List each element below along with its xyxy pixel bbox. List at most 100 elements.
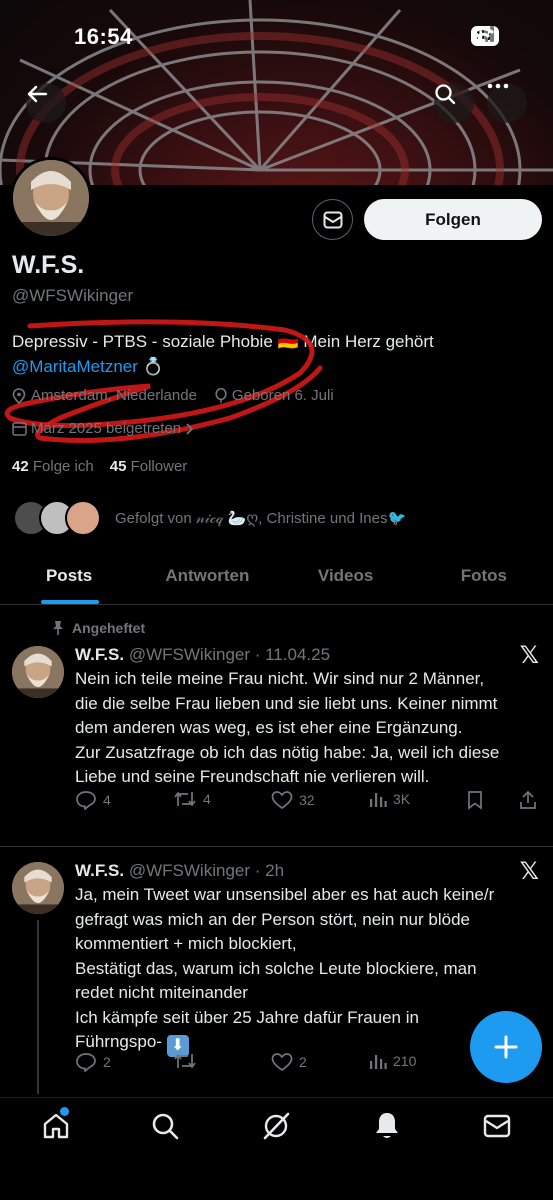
- tweet-line: dem anderen was weg, es ist eher eine Er…: [75, 718, 463, 737]
- tweet-header: W.F.S. @WFSWikinger · 2h: [75, 861, 284, 881]
- tweet-text: Nein ich teile meine Frau nicht. Wir sin…: [75, 667, 541, 790]
- tweet-avatar-image: [12, 862, 64, 914]
- profile-meta: Amsterdam, Niederlande Geboren 6. Juli: [12, 387, 334, 404]
- bookmark-icon: [468, 791, 482, 810]
- following-link[interactable]: 42 Folge ich: [12, 458, 94, 475]
- nav-grok[interactable]: [260, 1110, 292, 1142]
- tweet-line: kommentiert + mich blockiert,: [75, 934, 297, 953]
- home-notification-dot: [60, 1107, 69, 1116]
- tweet-line: Ich kämpfe seit über 25 Jahre dafür Frau…: [75, 1007, 419, 1027]
- nav-messages[interactable]: [481, 1110, 513, 1142]
- status-time: 16:54: [74, 24, 133, 49]
- search-icon: [152, 1113, 179, 1140]
- more-button[interactable]: [487, 83, 527, 123]
- mail-icon: [483, 1114, 511, 1138]
- search-button[interactable]: [434, 83, 474, 123]
- bottom-navigation: [0, 1097, 553, 1200]
- views-button[interactable]: 210: [369, 1052, 416, 1070]
- tweet-avatar[interactable]: [12, 646, 64, 698]
- tab-replies[interactable]: Antworten: [138, 555, 276, 604]
- more-icon: [487, 83, 509, 89]
- birthday-item: Geboren 6. Juli: [215, 387, 334, 404]
- joined-item[interactable]: März 2025 beigetreten: [12, 420, 195, 437]
- joined-text: März 2025 beigetreten: [31, 420, 182, 437]
- profile-avatar[interactable]: [10, 157, 92, 239]
- reply-button[interactable]: 4: [75, 790, 111, 810]
- location-pin-icon: [12, 387, 26, 404]
- tweet-avatar[interactable]: [12, 862, 64, 914]
- heart-icon: [271, 1053, 293, 1072]
- followers-count: 45: [109, 458, 127, 475]
- mail-icon: [323, 211, 342, 228]
- tweet-header: W.F.S. @WFSWikinger · 11.04.25: [75, 645, 330, 665]
- tweet-text: Ja, mein Tweet war unsensibel aber es ha…: [75, 883, 541, 1057]
- following-count: 42: [12, 458, 29, 475]
- views-icon: [370, 793, 387, 807]
- tweet-meta: @WFSWikinger · 11.04.25: [128, 645, 331, 664]
- balloon-icon: [215, 387, 227, 403]
- follow-counts: 42 Folge ich 45 Follower: [12, 458, 187, 475]
- retweet-icon: [174, 1053, 196, 1069]
- reply-button[interactable]: 2: [75, 1052, 111, 1072]
- like-count: 2: [299, 1054, 307, 1070]
- share-button[interactable]: [519, 790, 537, 810]
- nav-notifications[interactable]: [371, 1110, 403, 1142]
- profile-handle: @WFSWikinger: [12, 286, 134, 305]
- nav-search[interactable]: [149, 1110, 181, 1142]
- retweet-count: 4: [203, 791, 211, 807]
- compose-button[interactable]: [470, 1011, 542, 1083]
- chevron-right-icon: [186, 422, 194, 435]
- follow-button[interactable]: Folgen: [364, 199, 542, 240]
- reply-count: 4: [103, 792, 111, 808]
- reply-icon: [76, 791, 96, 810]
- retweet-button[interactable]: [173, 1052, 203, 1070]
- profile-banner[interactable]: 16:54 87: [0, 0, 553, 185]
- tab-photos[interactable]: Fotos: [415, 555, 553, 604]
- thread-connector-line: [37, 920, 39, 1094]
- tweet-line-text: Führngspo-: [75, 1032, 167, 1051]
- tweet-line: Zur Zusatzfrage ob ich das nötig habe: J…: [75, 742, 500, 762]
- share-icon: [520, 790, 536, 809]
- retweet-icon: [174, 791, 196, 807]
- tweet-line: Ja, mein Tweet war unsensibel aber es ha…: [75, 885, 495, 904]
- followed-by-text: Gefolgt von 𝓃𝒾𝒸𝓆 🦢ღ, Christine und Ines🐦: [115, 510, 407, 527]
- retweet-button[interactable]: 4: [173, 790, 211, 808]
- bell-icon: [376, 1113, 398, 1138]
- message-button[interactable]: [312, 199, 353, 240]
- like-button[interactable]: 32: [271, 790, 315, 810]
- tweet-line: Nein ich teile meine Frau nicht. Wir sin…: [75, 669, 485, 688]
- tweet-avatar-image: [12, 646, 64, 698]
- plus-icon: [494, 1035, 518, 1059]
- pinned-text: Angeheftet: [72, 620, 146, 636]
- bookmark-button[interactable]: [467, 790, 483, 810]
- tab-videos[interactable]: Videos: [277, 555, 415, 604]
- back-button[interactable]: [26, 83, 66, 123]
- tweet-author-name: W.F.S.: [75, 861, 125, 880]
- tweet-line: die die selbe Frau lieben und sie liebt …: [75, 693, 498, 713]
- followed-by-row[interactable]: Gefolgt von 𝓃𝒾𝒸𝓆 🦢ღ, Christine und Ines🐦: [13, 500, 406, 536]
- views-icon: [370, 1055, 387, 1069]
- followers-link[interactable]: 45 Follower: [110, 458, 188, 475]
- location-item: Amsterdam, Niederlande: [12, 387, 197, 404]
- reply-count: 2: [103, 1054, 111, 1070]
- pin-icon: [53, 621, 63, 635]
- status-icons: 87: [471, 26, 499, 46]
- back-arrow-icon: [27, 85, 48, 103]
- profile-tabs: Posts Antworten Videos Fotos: [0, 555, 553, 605]
- tab-posts[interactable]: Posts: [0, 555, 138, 604]
- tweet-line: gefragt was mich an der Person stört, ne…: [75, 909, 470, 929]
- search-icon: [435, 84, 456, 105]
- x-logo-icon: 𝕏: [519, 858, 539, 885]
- tweet-line: Liebe und seine Freundschaft nie verlier…: [75, 767, 430, 786]
- pinned-label: Angeheftet: [52, 620, 145, 636]
- follower-avatar-3: [65, 500, 101, 536]
- profile-name: W.F.S.: [12, 251, 85, 279]
- like-count: 32: [299, 792, 315, 808]
- x-logo-icon: 𝕏: [519, 642, 539, 669]
- views-count: 210: [393, 1053, 417, 1069]
- views-button[interactable]: 3K: [369, 790, 410, 808]
- like-button[interactable]: 2: [271, 1052, 307, 1072]
- views-count: 3K: [393, 791, 411, 807]
- reply-icon: [76, 1053, 96, 1072]
- tweet-author-name: W.F.S.: [75, 645, 125, 664]
